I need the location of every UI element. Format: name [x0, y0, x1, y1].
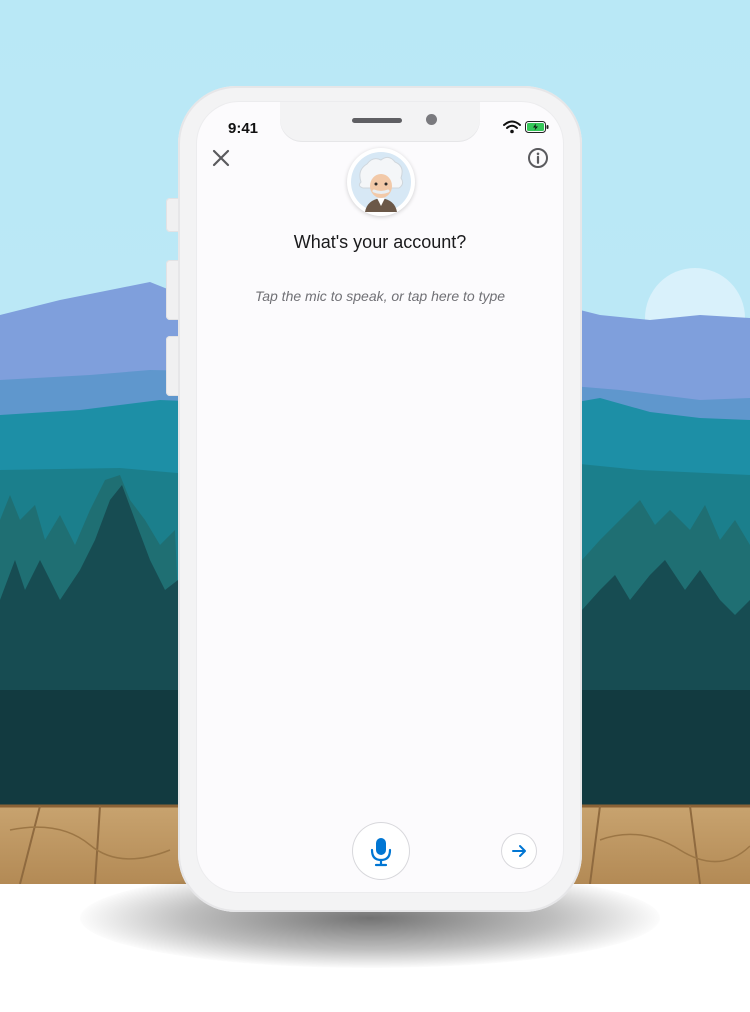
info-button[interactable] — [526, 146, 550, 170]
einstein-icon — [351, 152, 411, 212]
question-prompt: What's your account? — [293, 232, 467, 252]
phone-notch — [280, 102, 480, 142]
close-icon — [212, 149, 230, 167]
send-button[interactable] — [502, 834, 536, 868]
info-icon — [528, 148, 548, 168]
phone-camera — [426, 114, 437, 125]
phone-speaker — [352, 118, 402, 123]
arrow-right-icon — [512, 845, 526, 857]
text-input-hint[interactable]: Tap the mic to speak, or tap here to typ… — [197, 288, 563, 304]
einstein-avatar — [347, 148, 415, 216]
microphone-button[interactable] — [353, 823, 409, 879]
status-time: 9:41 — [228, 120, 259, 137]
microphone-icon — [370, 838, 392, 867]
wifi-icon — [503, 120, 521, 134]
close-button[interactable] — [209, 146, 233, 170]
battery-icon — [525, 121, 549, 133]
phone-screen: 9:41 What's your account? Tap the mic to… — [197, 102, 563, 892]
